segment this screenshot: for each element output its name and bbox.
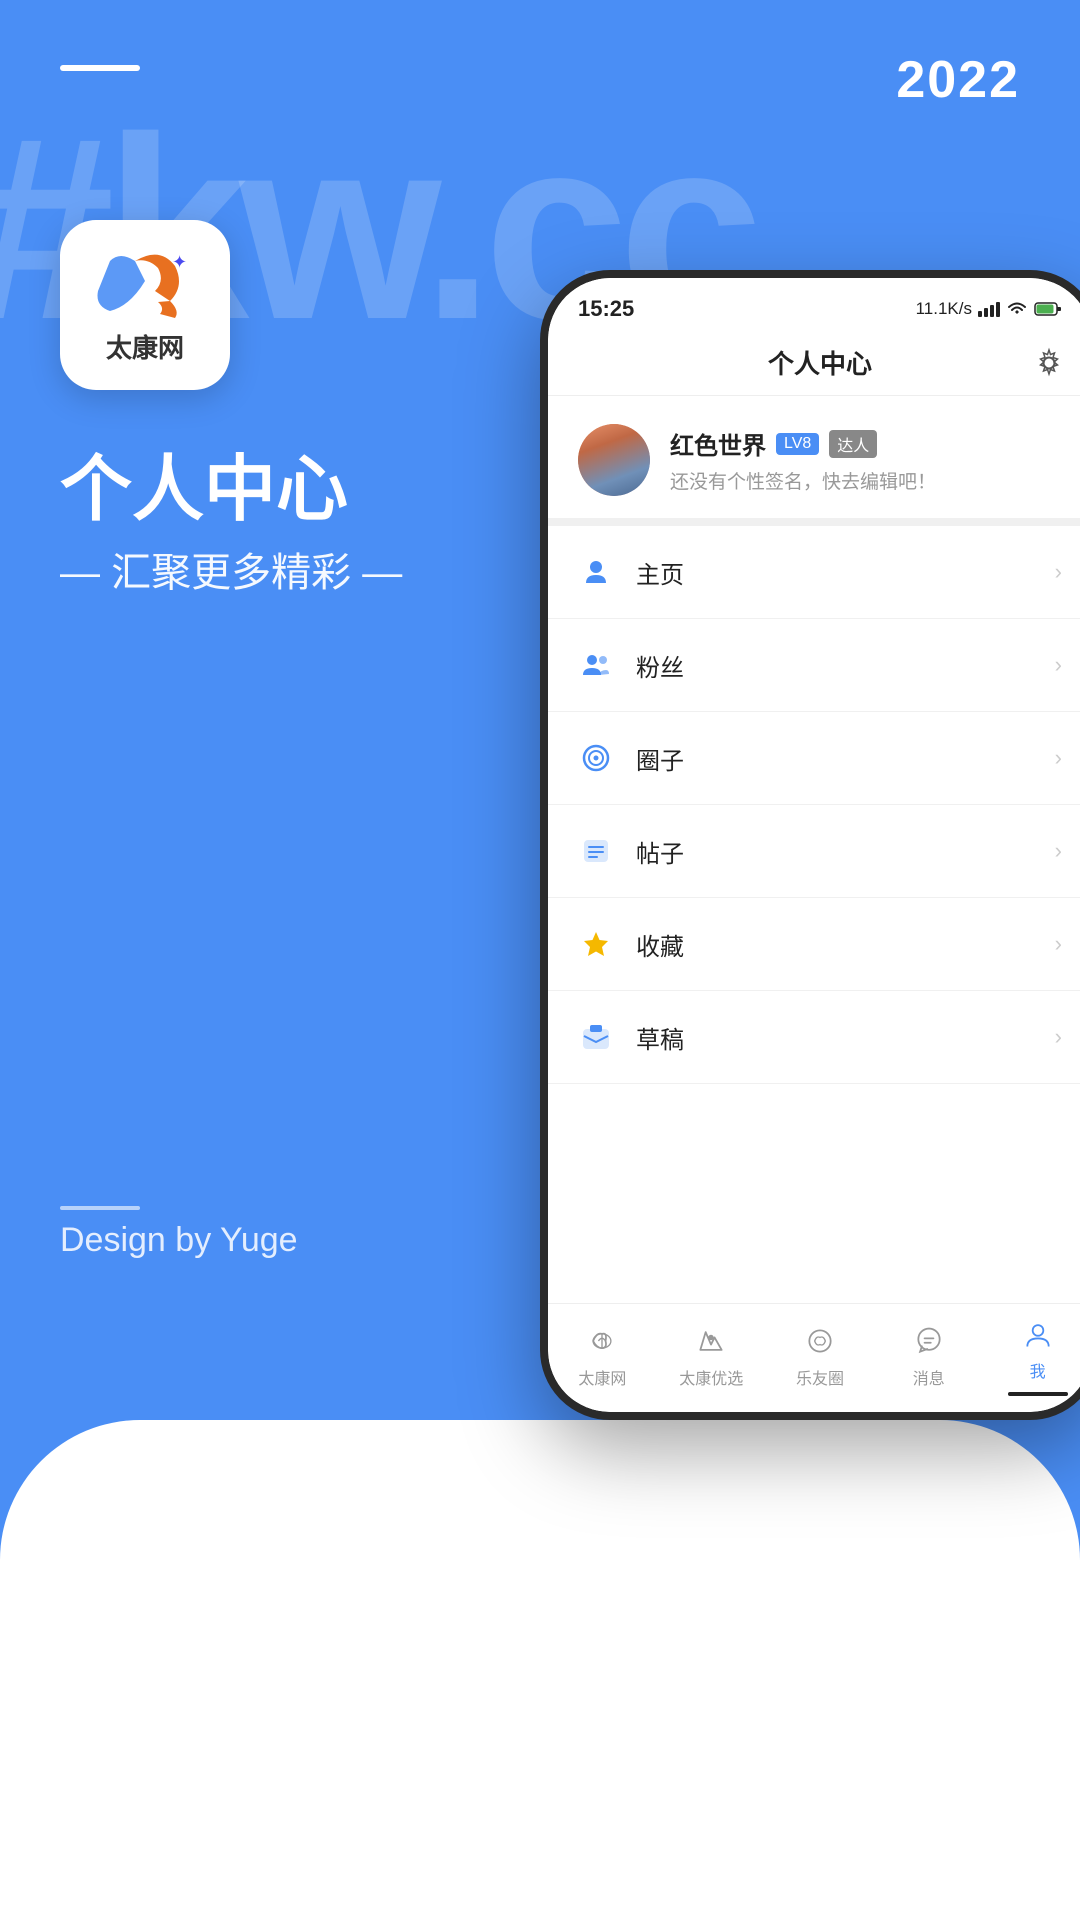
tab-active-indicator: [1008, 1392, 1068, 1396]
tab-deals-icon: [693, 1323, 729, 1359]
bottom-wave: [0, 1420, 1080, 1920]
circle-icon: [578, 740, 614, 776]
tab-circle[interactable]: 乐友圈: [766, 1323, 875, 1389]
settings-button[interactable]: [1032, 346, 1066, 380]
chevron-icon: ›: [1055, 652, 1062, 678]
network-speed: 11.1K/s: [916, 299, 972, 319]
tag-badge: 达人: [829, 430, 877, 458]
phone-mockup: 15:25 11.1K/s: [540, 270, 1080, 1420]
menu-label-drafts: 草稿: [636, 1020, 1055, 1055]
menu-item-drafts[interactable]: 草稿 ›: [548, 991, 1080, 1084]
menu-item-home[interactable]: 主页 ›: [548, 526, 1080, 619]
tab-home[interactable]: 太康网: [548, 1323, 657, 1389]
phone-screen: 15:25 11.1K/s: [548, 278, 1080, 1412]
favorites-icon: [578, 926, 614, 962]
signal-icon: [978, 301, 1000, 317]
profile-name: 红色世界: [670, 426, 766, 461]
wifi-icon: [1006, 301, 1028, 317]
status-time: 15:25: [578, 296, 634, 322]
profile-name-row: 红色世界 LV8 达人: [670, 426, 1062, 461]
battery-icon: [1034, 301, 1062, 317]
tab-deals-label: 太康优选: [679, 1365, 743, 1389]
tab-me-icon: [1020, 1316, 1056, 1352]
profile-info: 红色世界 LV8 达人 还没有个性签名，快去编辑吧！: [670, 426, 1062, 494]
menu-label-circle: 圈子: [636, 741, 1055, 776]
home-icon: [578, 554, 614, 590]
year-label: 2022: [896, 50, 1020, 110]
chevron-icon: ›: [1055, 745, 1062, 771]
tab-me[interactable]: 我: [983, 1316, 1080, 1396]
tab-circle-label: 乐友圈: [796, 1365, 844, 1389]
menu-item-posts[interactable]: 帖子 ›: [548, 805, 1080, 898]
menu-item-favorites[interactable]: 收藏 ›: [548, 898, 1080, 991]
menu-label-fans: 粉丝: [636, 648, 1055, 683]
chevron-icon: ›: [1055, 1024, 1062, 1050]
left-title: 个人中心: [60, 430, 348, 535]
posts-icon: [578, 833, 614, 869]
left-subtitle: — 汇聚更多精彩 —: [60, 540, 402, 598]
app-logo: ✦ 太康网: [60, 220, 230, 390]
chevron-icon: ›: [1055, 838, 1062, 864]
tab-messages-icon: [911, 1323, 947, 1359]
chevron-icon: ›: [1055, 559, 1062, 585]
svg-text:✦: ✦: [172, 252, 187, 272]
menu-item-circle[interactable]: 圈子 ›: [548, 712, 1080, 805]
tab-deals[interactable]: 太康优选: [657, 1323, 766, 1389]
chevron-icon: ›: [1055, 931, 1062, 957]
design-dash: [60, 1206, 140, 1210]
menu-label-home: 主页: [636, 555, 1055, 590]
tab-messages[interactable]: 消息: [874, 1323, 983, 1389]
nav-title: 个人中心: [768, 344, 872, 381]
top-dash: [60, 65, 140, 71]
menu-label-posts: 帖子: [636, 834, 1055, 869]
profile-bio: 还没有个性签名，快去编辑吧！: [670, 467, 1062, 494]
tab-home-icon: [584, 1323, 620, 1359]
level-badge: LV8: [776, 433, 819, 455]
design-credit: Design by Yuge: [60, 1221, 298, 1260]
menu-item-fans[interactable]: 粉丝 ›: [548, 619, 1080, 712]
menu-list: 主页 › 粉丝 ›: [548, 526, 1080, 1303]
status-icons: 11.1K/s: [916, 299, 1062, 319]
tab-circle-icon: [802, 1323, 838, 1359]
logo-icon: ✦: [90, 246, 200, 326]
drafts-icon: [578, 1019, 614, 1055]
top-nav: 个人中心: [548, 330, 1080, 396]
fans-icon: [578, 647, 614, 683]
profile-section: 红色世界 LV8 达人 还没有个性签名，快去编辑吧！: [548, 396, 1080, 526]
logo-text: 太康网: [106, 328, 184, 365]
status-bar: 15:25 11.1K/s: [548, 278, 1080, 330]
tab-home-label: 太康网: [578, 1365, 626, 1389]
tab-me-label: 我: [1030, 1358, 1046, 1382]
menu-label-favorites: 收藏: [636, 927, 1055, 962]
avatar: [578, 424, 650, 496]
tab-messages-label: 消息: [913, 1365, 945, 1389]
tab-bar: 太康网 太康优选: [548, 1303, 1080, 1412]
